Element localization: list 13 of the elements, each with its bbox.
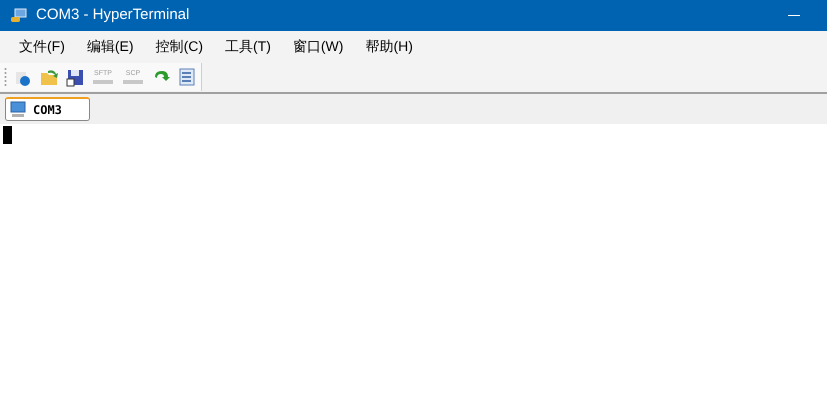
document-icon[interactable]	[177, 66, 197, 86]
session-tab[interactable]: COM3	[5, 97, 90, 121]
menu-item[interactable]: 窗口(W)	[284, 36, 352, 56]
cursor	[3, 126, 12, 144]
computer-icon	[10, 8, 28, 24]
menu-item[interactable]: 文件(F)	[10, 36, 74, 56]
window-title: COM3 - HyperTerminal	[36, 5, 190, 26]
computer-icon	[9, 100, 27, 118]
menu-item[interactable]: 编辑(E)	[78, 36, 143, 56]
grip-icon	[4, 68, 7, 86]
menu-item[interactable]: 工具(T)	[216, 36, 280, 56]
menu-item[interactable]: 帮助(H)	[356, 36, 422, 56]
menu-item[interactable]: 控制(C)	[146, 36, 212, 56]
